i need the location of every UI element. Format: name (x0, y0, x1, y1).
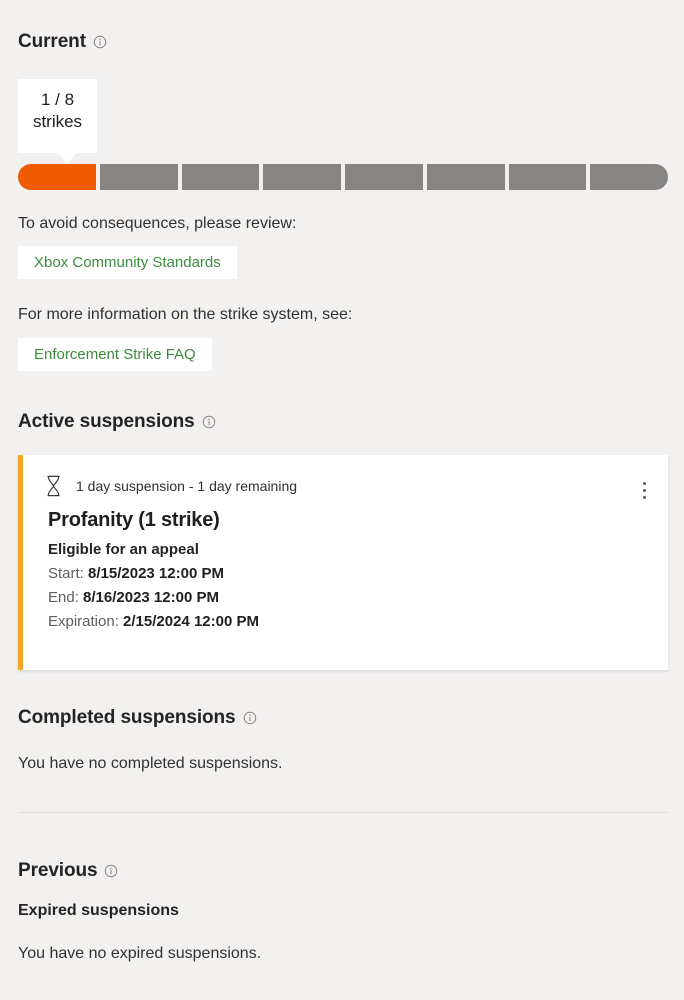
suspension-start-value: 8/15/2023 12:00 PM (88, 565, 224, 582)
current-heading-label: Current (18, 31, 86, 52)
strike-segment-6 (426, 164, 505, 190)
suspension-start-label: Start: (48, 565, 84, 582)
info-icon[interactable] (104, 864, 118, 878)
enforcement-strike-faq-link[interactable]: Enforcement Strike FAQ (18, 338, 212, 371)
suspension-expiration-label: Expiration: (48, 613, 119, 630)
completed-suspensions-heading: Completed suspensions (18, 707, 257, 729)
xbox-community-standards-link[interactable]: Xbox Community Standards (18, 246, 237, 279)
suspension-expiration-row: Expiration: 2/15/2024 12:00 PM (23, 606, 668, 630)
strike-count-unit: strikes (32, 112, 83, 132)
kebab-dot (642, 488, 646, 492)
strike-segment-8 (590, 164, 668, 190)
previous-heading-label: Previous (18, 860, 98, 881)
suspension-expiration-value: 2/15/2024 12:00 PM (123, 613, 259, 630)
info-icon[interactable] (202, 415, 216, 429)
strike-count-value: 1 / 8 (40, 90, 75, 109)
expired-suspensions-empty-text: You have no expired suspensions. (18, 945, 262, 962)
active-suspensions-label: Active suspensions (18, 411, 195, 432)
current-section-heading: Current (18, 31, 107, 53)
suspension-end-label: End: (48, 589, 79, 606)
strike-segment-7 (508, 164, 587, 190)
strike-segment-1 (18, 164, 96, 190)
suspension-card: 1 day suspension - 1 day remaining Profa… (18, 455, 668, 670)
section-divider (18, 812, 668, 813)
suspension-end-value: 8/16/2023 12:00 PM (83, 589, 219, 606)
strike-segment-5 (345, 164, 423, 190)
kebab-dot (642, 481, 646, 485)
suspension-start-row: Start: 8/15/2023 12:00 PM (23, 558, 668, 582)
suspension-appeal-status: Eligible for an appeal (48, 541, 199, 558)
previous-section-heading: Previous (18, 860, 118, 882)
active-suspensions-heading: Active suspensions (18, 411, 216, 433)
kebab-dot (642, 495, 646, 499)
strike-count-callout: 1 / 8 strikes (18, 79, 97, 164)
kebab-menu-icon[interactable] (633, 477, 655, 503)
suspension-end-row: End: 8/16/2023 12:00 PM (23, 582, 668, 606)
suspension-card-header: 1 day suspension - 1 day remaining (23, 455, 668, 497)
strike-system-prompt: For more information on the strike syste… (18, 306, 353, 323)
expired-suspensions-heading: Expired suspensions (18, 902, 179, 919)
completed-suspensions-empty-text: You have no completed suspensions. (18, 755, 283, 772)
strikes-page: Current 1 / 8 strikes To avoid consequen… (0, 0, 684, 1000)
info-icon[interactable] (93, 35, 107, 49)
info-icon[interactable] (243, 711, 257, 725)
strike-segment-3 (181, 164, 260, 190)
suspension-title: Profanity (1 strike) (48, 509, 220, 531)
hourglass-icon (44, 475, 63, 497)
strike-progress-bar (18, 164, 668, 190)
strike-segment-2 (99, 164, 178, 190)
completed-suspensions-label: Completed suspensions (18, 707, 236, 728)
suspension-status-text: 1 day suspension - 1 day remaining (76, 478, 298, 494)
community-standards-prompt: To avoid consequences, please review: (18, 215, 297, 232)
strike-segment-4 (263, 164, 341, 190)
